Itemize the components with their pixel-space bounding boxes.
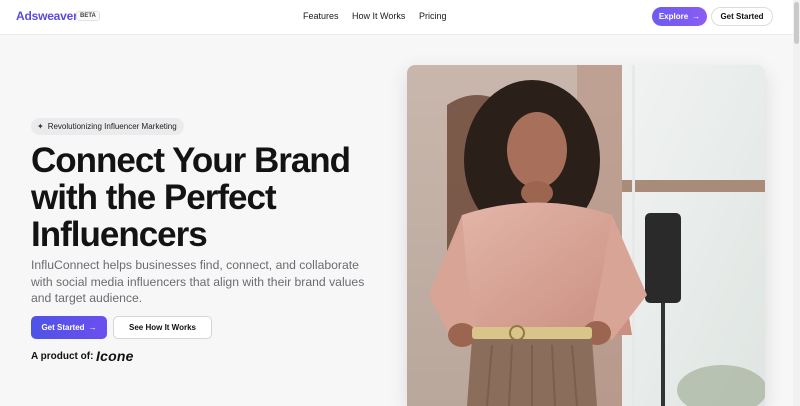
explore-label: Explore (658, 12, 689, 21)
arrow-right-icon: → (692, 12, 701, 21)
headline-line-1: Connect Your Brand (31, 141, 351, 180)
see-how-it-works-label: See How It Works (129, 323, 196, 332)
sparkle-icon: ✦ (37, 122, 44, 131)
see-how-it-works-button[interactable]: See How It Works (113, 316, 212, 339)
explore-button[interactable]: Explore → (652, 7, 707, 26)
nav-get-started-label: Get Started (720, 12, 764, 21)
hero-image-influencer (407, 65, 765, 406)
nav-link-pricing[interactable]: Pricing (419, 11, 447, 21)
hero-headline: Connect Your Brand with the Perfect Infl… (31, 142, 391, 253)
top-navbar: Adsweaver BETA Features How It Works Pri… (0, 0, 800, 35)
nav-link-features[interactable]: Features (303, 11, 339, 21)
headline-line-2: with the Perfect (31, 178, 277, 217)
hero-get-started-button[interactable]: Get Started → (31, 316, 107, 339)
influencer-photo (407, 65, 765, 406)
hero-get-started-label: Get Started (41, 323, 85, 332)
scrollbar-thumb[interactable] (794, 2, 799, 44)
icone-logo[interactable]: Icone (96, 348, 134, 364)
hero-description: InfluConnect helps businesses find, conn… (31, 258, 365, 305)
nav-link-how-it-works[interactable]: How It Works (352, 11, 405, 21)
headline-line-3: Influencers (31, 215, 208, 254)
page-scrollbar[interactable] (793, 0, 800, 406)
product-of-label: A product of: (31, 351, 94, 362)
tagline-text: Revolutionizing Influencer Marketing (47, 122, 177, 131)
tagline-pill: ✦ Revolutionizing Influencer Marketing (31, 118, 184, 135)
nav-get-started-button[interactable]: Get Started (711, 7, 773, 26)
arrow-right-icon: → (88, 323, 97, 332)
